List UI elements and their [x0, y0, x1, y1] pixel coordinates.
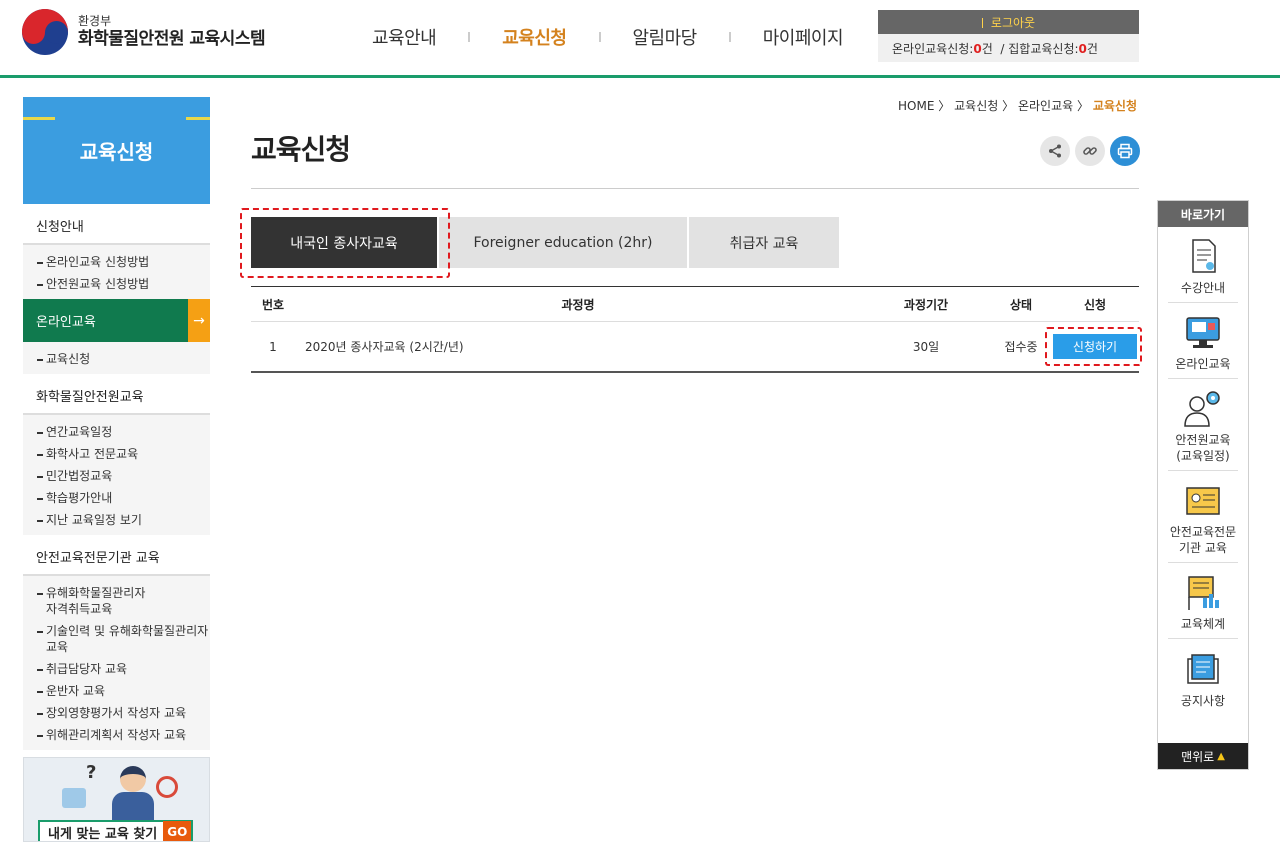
lnb-sub-specialized-institute: 유해화학물질관리자 자격취득교육 기술인력 및 유해화학물질관리자 교육 취급담당자…	[23, 576, 210, 750]
highlight-box-apply	[1045, 327, 1142, 366]
lnb-item-private-statutory-course[interactable]: 민간법정교육	[37, 465, 210, 487]
user-utility-box: 로그아웃 온라인교육신청:0건 / 집합교육신청:0건	[878, 10, 1139, 62]
breadcrumb: HOME 〉 교육신청 〉 온라인교육 〉 교육신청	[898, 99, 1137, 113]
taegeuk-logo-icon	[22, 9, 68, 55]
magnifier-icon	[156, 776, 178, 798]
monitor-icon	[1186, 317, 1220, 348]
arrow-up-icon: ▲	[1217, 750, 1225, 762]
certificate-icon	[1186, 487, 1220, 515]
lnb-item-hazardous-manager-cert[interactable]: 유해화학물질관리자 자격취득교육	[37, 582, 210, 620]
person-illustration	[112, 766, 154, 822]
breadcrumb-home[interactable]: HOME	[898, 99, 934, 113]
quick-menu-title: 바로가기	[1158, 201, 1248, 227]
lnb-item-education-apply[interactable]: 교육신청	[37, 348, 210, 370]
puzzle-icon	[62, 788, 86, 808]
main-nav: 교육안내 교육신청 알림마당 마이페이지	[372, 24, 844, 50]
group-apply-label[interactable]: 집합교육신청:	[1008, 42, 1078, 56]
table-row: 1 2020년 종사자교육 (2시간/년) 30일 접수중 신청하기	[251, 322, 1139, 371]
print-button[interactable]	[1110, 136, 1140, 166]
link-icon	[1083, 147, 1097, 155]
ministry-name: 환경부	[78, 14, 112, 28]
tab-handler-education[interactable]: 취급자 교육	[689, 217, 839, 268]
tab-foreigner-education[interactable]: Foreigner education (2hr)	[439, 217, 687, 268]
quick-item-course-guide[interactable]: 수강안내	[1168, 227, 1238, 303]
title-divider	[251, 188, 1139, 189]
chart-board-icon	[1188, 576, 1219, 610]
online-apply-count: 0	[973, 42, 982, 56]
logout-link[interactable]: 로그아웃	[982, 14, 1035, 31]
lnb-sub-institute-education: 연간교육일정 화학사고 전문교육 민간법정교육 학습평가안내 지난 교육일정 보…	[23, 415, 210, 535]
lnb-group-apply-guide[interactable]: 신청안내	[23, 204, 210, 245]
nav-education-guide[interactable]: 교육안내	[372, 24, 437, 50]
header: 환경부 화학물질안전원 교육시스템 교육안내 교육신청 알림마당 마이페이지 로…	[0, 0, 1280, 78]
site-logo[interactable]: 환경부 화학물질안전원 교육시스템	[22, 9, 266, 55]
quick-menu: 바로가기 수강안내 온라인교육 안전원교육 (교육일정) 안전교육전문 기관 교…	[1157, 200, 1249, 770]
lnb-group-specialized-institute[interactable]: 안전교육전문기관 교육	[23, 535, 210, 576]
lnb-item-learning-evaluation[interactable]: 학습평가안내	[37, 487, 210, 509]
site-name: 화학물질안전원 교육시스템	[78, 29, 266, 49]
lnb-item-institute-apply-method[interactable]: 안전원교육 신청방법	[37, 273, 210, 295]
table-header: 번호 과정명 과정기간 상태 신청	[251, 287, 1139, 322]
notice-icon	[1187, 654, 1219, 684]
quick-item-notice[interactable]: 공지사항	[1168, 639, 1238, 715]
lnb-item-chemical-accident-course[interactable]: 화학사고 전문교육	[37, 443, 210, 465]
row-number: 1	[269, 339, 277, 354]
quick-item-education-system[interactable]: 교육체계	[1168, 563, 1238, 639]
lnb-item-online-apply-method[interactable]: 온라인교육 신청방법	[37, 251, 210, 273]
breadcrumb-current: 교육신청	[1092, 99, 1137, 113]
highlight-box-tab	[240, 208, 450, 278]
col-number: 번호	[261, 297, 285, 312]
col-apply: 신청	[1083, 297, 1107, 312]
lnb-item-handler-education[interactable]: 취급담당자 교육	[37, 658, 210, 680]
left-nav-title: 교육신청	[23, 97, 210, 204]
course-table: 번호 과정명 과정기간 상태 신청 1 2020년 종사자교육 (2시간/년) …	[251, 286, 1139, 373]
col-status: 상태	[1009, 297, 1033, 312]
left-nav: 교육신청 신청안내 온라인교육 신청방법 안전원교육 신청방법 온라인교육 → …	[23, 97, 210, 750]
nav-divider	[598, 32, 601, 42]
application-counts: 온라인교육신청:0건 / 집합교육신청:0건	[892, 42, 1098, 56]
lnb-sub-apply-guide: 온라인교육 신청방법 안전원교육 신청방법	[23, 245, 210, 299]
col-course-name: 과정명	[561, 297, 595, 312]
quick-item-institute-education[interactable]: 안전원교육 (교육일정)	[1168, 379, 1238, 471]
lnb-group-institute-education[interactable]: 화학물질안전원교육	[23, 374, 210, 415]
copy-link-button[interactable]	[1075, 136, 1105, 166]
find-my-education-banner[interactable]: ? 내게 맞는 교육 찾기 GO	[23, 757, 210, 842]
breadcrumb-education-apply[interactable]: 교육신청	[954, 99, 998, 113]
lnb-item-past-schedule[interactable]: 지난 교육일정 보기	[37, 509, 210, 531]
group-apply-count: 0	[1078, 42, 1087, 56]
counts-divider: /	[1000, 42, 1005, 56]
row-status: 접수중	[1004, 340, 1038, 354]
nav-notice-board[interactable]: 알림마당	[633, 24, 698, 50]
online-apply-label[interactable]: 온라인교육신청:	[892, 42, 973, 56]
share-icon	[1049, 144, 1061, 158]
nav-mypage[interactable]: 마이페이지	[763, 24, 844, 50]
scroll-to-top-button[interactable]: 맨위로 ▲	[1158, 743, 1248, 769]
lnb-item-risk-plan-writer[interactable]: 위해관리계획서 작성자 교육	[37, 724, 210, 746]
quick-item-online-education[interactable]: 온라인교육	[1168, 303, 1238, 379]
arrow-right-icon: →	[188, 299, 210, 342]
col-period: 과정기간	[903, 297, 949, 312]
document-icon	[1192, 239, 1216, 273]
lnb-sub-online-education: 교육신청	[23, 342, 210, 374]
lnb-item-transporter-education[interactable]: 운반자 교육	[37, 680, 210, 702]
banner-go-button[interactable]: GO	[163, 821, 192, 841]
person-gear-icon	[1184, 391, 1220, 427]
lnb-item-technical-staff[interactable]: 기술인력 및 유해화학물질관리자 교육	[37, 620, 210, 658]
share-button[interactable]	[1040, 136, 1070, 166]
quick-item-specialized-institute[interactable]: 안전교육전문 기관 교육	[1168, 471, 1238, 563]
breadcrumb-online-education[interactable]: 온라인교육	[1018, 99, 1073, 113]
lnb-group-online-education[interactable]: 온라인교육 →	[23, 299, 210, 342]
nav-education-apply[interactable]: 교육신청	[502, 24, 567, 50]
banner-text: 내게 맞는 교육 찾기	[48, 826, 158, 842]
lnb-item-annual-schedule[interactable]: 연간교육일정	[37, 421, 210, 443]
print-icon	[1117, 143, 1133, 159]
question-mark-icon: ?	[86, 762, 97, 783]
lnb-item-offsite-impact-writer[interactable]: 장외영향평가서 작성자 교육	[37, 702, 210, 724]
page-title: 교육신청	[251, 133, 351, 166]
row-period: 30일	[912, 340, 940, 354]
nav-divider	[468, 32, 471, 42]
page-tools	[1035, 136, 1140, 166]
row-course-name: 2020년 종사자교육 (2시간/년)	[305, 340, 464, 354]
nav-divider	[728, 32, 731, 42]
